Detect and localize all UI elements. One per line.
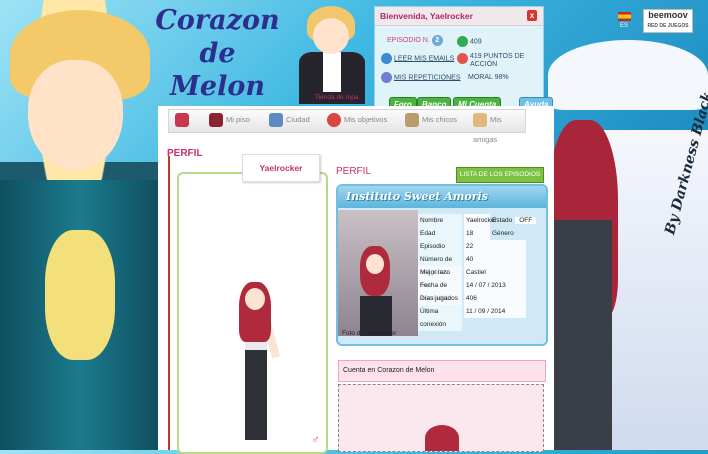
divider	[168, 156, 170, 450]
repetitions-link[interactable]: MIS REPETICIONES	[381, 72, 461, 83]
shop-character[interactable]: Tienda de ropa	[293, 6, 373, 104]
character-avatar	[231, 224, 291, 454]
info-row: Fecha de inscripción14 / 07 / 2013	[418, 279, 544, 305]
morale-stat: MORAL 98%	[468, 74, 509, 81]
nav-my-flat[interactable]: Mi piso	[209, 110, 250, 130]
photo-caption: Foto de Yaelrocker	[342, 330, 397, 337]
account-section-header: Cuenta en Corazon de Melon	[338, 360, 546, 382]
gender-icon: ♂	[311, 432, 320, 446]
background-character-left	[0, 0, 165, 450]
episode-number: 2	[431, 35, 443, 46]
spain-flag-icon[interactable]	[618, 12, 631, 21]
info-row: Mejor lazo conCastiel	[418, 266, 544, 292]
profile-subtitle: PERFIL	[336, 166, 372, 177]
logo-line-3: Melon	[170, 71, 265, 102]
welcome-text: Bienvenida, Yaelrocker	[380, 11, 473, 21]
gem-icon	[457, 53, 468, 64]
welcome-bar: Bienvenida, Yaelrocker x	[375, 7, 543, 26]
shop-label[interactable]: Tienda de ropa	[315, 94, 359, 101]
beemoov-logo[interactable]: beemoov RED DE JUEGOS	[643, 9, 693, 33]
nav-home[interactable]	[175, 110, 192, 130]
background-characters-right	[548, 40, 708, 450]
points-stat: 409	[457, 36, 482, 47]
main-navigation: Mi piso Ciudad Mis objetivos Mis chicos …	[168, 109, 526, 144]
boy-avatar-icon	[405, 113, 419, 128]
logo-line-1: Corazon	[155, 5, 280, 36]
episode-list-button[interactable]: LISTA DE LOS EPISODIOS	[456, 167, 544, 183]
page-title: PERFIL	[167, 148, 203, 159]
home-icon	[175, 113, 189, 128]
episode-indicator: EPISODIO N. 2	[387, 35, 443, 46]
info-row: Edad 18 Género	[418, 227, 544, 240]
info-row: Número de imágenes40	[418, 253, 544, 279]
logo-line-2: de	[199, 38, 236, 69]
info-row: Días jugados 406	[418, 292, 544, 305]
language-label: ES	[620, 23, 629, 29]
character-display: ♂	[177, 172, 328, 454]
nav-my-friends[interactable]: Mis amigas	[473, 110, 525, 144]
target-icon	[327, 113, 341, 128]
house-icon	[209, 113, 223, 128]
student-photo	[338, 210, 418, 336]
card-title: Instituto Sweet Amoris	[338, 186, 546, 208]
user-header-panel: Bienvenida, Yaelrocker x EPISODIO N. 2 4…	[374, 6, 554, 112]
girl-avatar-icon	[473, 113, 487, 128]
info-row: Última conexión 11 / 09 / 2014	[418, 305, 544, 331]
mail-icon	[381, 53, 392, 64]
account-preview	[338, 384, 544, 452]
student-info-table: Nombre Yaelrocker Estado OFF Edad 18 Géne…	[418, 214, 544, 331]
info-row: Nombre Yaelrocker Estado OFF	[418, 214, 544, 227]
emails-link[interactable]: LEER MIS EMAILS	[381, 53, 454, 64]
site-logo[interactable]: Corazon de Melon	[150, 4, 285, 103]
city-icon	[269, 113, 283, 128]
student-card: Instituto Sweet Amoris Foto de Yaelrocke…	[336, 184, 548, 346]
points-icon	[457, 36, 468, 47]
nav-objectives[interactable]: Mis objetivos	[327, 110, 387, 130]
action-points-stat: 419 PUNTOS DE ACCIÓN	[457, 53, 541, 69]
main-content: Mi piso Ciudad Mis objetivos Mis chicos …	[158, 106, 554, 454]
close-button[interactable]: x	[527, 10, 537, 21]
nav-my-boys[interactable]: Mis chicos	[405, 110, 457, 130]
repeat-icon	[381, 72, 392, 83]
info-row: Episodio 22	[418, 240, 544, 253]
nav-city[interactable]: Ciudad	[269, 110, 310, 130]
username-tag: Yaelrocker	[242, 154, 320, 182]
